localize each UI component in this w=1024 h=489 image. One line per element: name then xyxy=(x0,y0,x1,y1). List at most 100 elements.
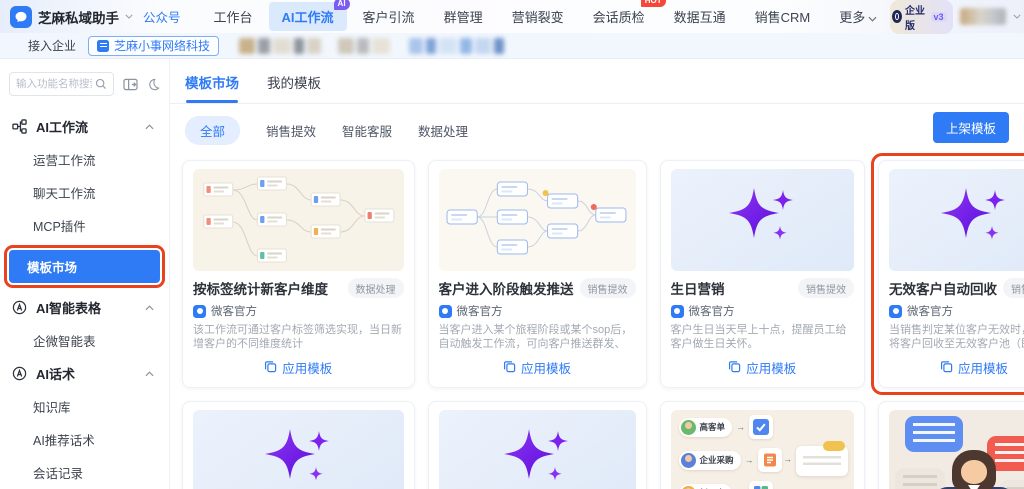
persona-pill: 企业采购 xyxy=(678,450,741,470)
action-icon xyxy=(757,448,782,472)
nav-item-销售CRM[interactable]: 销售CRM xyxy=(742,2,824,31)
chevron-up-icon[interactable] xyxy=(145,370,154,377)
template-grid: 按标签统计新客户维度 数据处理 微客官方 该工作流可通过客户标签筛选实现，当日新增客户… xyxy=(170,153,1024,489)
author-name: 微客官方 xyxy=(907,306,953,318)
sidebar-section-label: AI智能表格 xyxy=(36,301,102,316)
sidebar-item-会话记录[interactable]: 会话记录 xyxy=(0,456,169,489)
template-preview-sparkle xyxy=(193,410,404,489)
apply-template-label: 应用模板 xyxy=(282,362,333,376)
template-preview-sparkle xyxy=(670,169,854,271)
filter-row: 全部 销售提效 智能客服 数据处理 上架模板 xyxy=(170,104,1024,154)
company-button[interactable]: 芝麻小事网络科技 xyxy=(88,35,220,56)
result-card xyxy=(796,441,848,476)
nav-item-工作台[interactable]: 工作台 xyxy=(201,2,266,31)
chevron-down-icon xyxy=(868,14,877,24)
brand[interactable]: 芝麻私域助手 xyxy=(0,5,133,28)
plan-badge[interactable]: 企业版 v3 xyxy=(890,0,953,34)
filter-chip-全部[interactable]: 全部 xyxy=(185,116,241,145)
official-account-link[interactable]: 公众号 xyxy=(143,7,181,26)
template-card[interactable]: 按标签统计新客户维度 数据处理 微客官方 该工作流可通过客户标签筛选实现，当日新增客户… xyxy=(182,160,415,388)
user-avatar[interactable] xyxy=(959,8,1007,25)
nav-item-数据互通[interactable]: 数据互通 xyxy=(661,2,739,31)
redacted-content xyxy=(239,37,505,54)
template-card[interactable]: 智能客服自动回复销售提效 xyxy=(878,401,1024,489)
template-title: 无效客户自动回收 xyxy=(889,282,997,297)
sidebar-section-label: AI工作流 xyxy=(36,120,89,135)
nav-item-会话质检[interactable]: 会话质检 HOT xyxy=(580,0,666,31)
category-badge: 销售提效 xyxy=(1003,278,1024,298)
template-card[interactable]: 生日营销 销售提效 微客官方 客户生日当天早上十点，提醒员工给客户做生日关怀。 应用模板 xyxy=(659,160,865,388)
filter-chip-销售提效[interactable]: 销售提效 xyxy=(266,121,316,140)
template-preview-chat xyxy=(889,410,1024,489)
apply-template-button[interactable]: 应用模板 xyxy=(671,358,855,379)
sidebar-section-AI智能表格[interactable]: AI智能表格 xyxy=(0,291,169,324)
filter-chip-智能客服[interactable]: 智能客服 xyxy=(342,121,392,140)
arrow-icon: → xyxy=(744,455,754,465)
apply-template-label: 应用模板 xyxy=(746,362,797,376)
official-author-icon xyxy=(438,304,452,318)
chevron-up-icon[interactable] xyxy=(145,304,154,311)
sidebar-section-AI话术[interactable]: AI话术 xyxy=(0,357,169,390)
avatar xyxy=(680,452,696,468)
apply-template-button[interactable]: 应用模板 xyxy=(889,358,1024,379)
apply-template-button[interactable]: 应用模板 xyxy=(439,358,636,379)
nav-item-客户引流[interactable]: 客户引流 xyxy=(350,2,428,31)
sidebar-item-运营工作流[interactable]: 运营工作流 xyxy=(0,143,169,176)
persona-pill: 新用户 xyxy=(678,483,733,489)
nav-item-群管理[interactable]: 群管理 xyxy=(431,2,496,31)
template-preview-sparkle xyxy=(438,410,636,489)
template-description: 客户生日当天早上十点，提醒员工给客户做生日关怀。 xyxy=(670,324,847,350)
card-title-row: 无效客户自动回收销售提效 xyxy=(889,278,1024,298)
copy-icon xyxy=(503,360,516,376)
sidebar-item-企微智能表[interactable]: 企微智能表 xyxy=(0,324,169,357)
copy-icon xyxy=(940,360,953,376)
template-preview xyxy=(193,410,404,489)
publish-template-button[interactable]: 上架模板 xyxy=(932,112,1009,143)
tab-我的模板[interactable]: 我的模板 xyxy=(267,72,321,103)
chevron-up-icon[interactable] xyxy=(145,123,154,130)
sidebar-item-模板市场[interactable]: 模板市场 xyxy=(9,250,160,283)
sidebar-section-AI工作流[interactable]: AI工作流 xyxy=(0,110,169,143)
persona-pill: 高客单 xyxy=(678,417,733,437)
card-title-row: 客户进入阶段触发推送 销售提效 xyxy=(439,278,636,298)
template-description: 该工作流可通过客户标签筛选实现，当日新增客户的不同维度统计 xyxy=(193,324,402,350)
nav-item-营销裂变[interactable]: 营销裂变 xyxy=(499,2,577,31)
app-title: 芝麻私域助手 xyxy=(38,10,119,26)
template-author: 微客官方 xyxy=(889,303,1024,319)
sidebar-item-知识库[interactable]: 知识库 xyxy=(0,390,169,423)
workflow-icon xyxy=(12,119,27,134)
apply-template-button[interactable]: 应用模板 xyxy=(193,358,404,379)
plan-version: v3 xyxy=(930,11,947,22)
circle-a-icon xyxy=(12,366,27,381)
search-input[interactable] xyxy=(16,78,92,90)
chevron-down-icon[interactable] xyxy=(1013,14,1021,19)
template-preview xyxy=(438,169,636,271)
template-card[interactable]: 高客单→企业采购→新用户→→客户分人群流转培育销售提效 xyxy=(659,401,865,489)
sidebar-item-聊天工作流[interactable]: 聊天工作流 xyxy=(0,176,169,209)
nav-item-AI工作流[interactable]: AI工作流 AI xyxy=(268,0,350,31)
chevron-down-icon xyxy=(125,14,133,19)
template-card[interactable]: 客户到店后的回访推送销售提效 xyxy=(427,401,647,489)
topbar-right: 企业版 v3 xyxy=(890,0,1024,34)
avatar xyxy=(680,485,696,489)
template-preview: 高客单→企业采购→新用户→→ xyxy=(670,410,854,489)
primary-nav: 工作台 AI工作流 AI 客户引流 群管理 营销裂变 会话质检 HOT 数据互通 销售CRM 更多 xyxy=(201,0,891,31)
search-icon xyxy=(95,78,107,90)
collapse-sidebar-icon[interactable] xyxy=(123,78,138,91)
nav-item-更多[interactable]: 更多 xyxy=(826,2,890,31)
tab-模板市场[interactable]: 模板市场 xyxy=(185,72,239,103)
category-badge: 数据处理 xyxy=(347,278,404,298)
template-card[interactable]: 客户到店核销，到店提醒销售提效 xyxy=(182,401,415,489)
search-box[interactable] xyxy=(9,72,114,96)
filter-chip-数据处理[interactable]: 数据处理 xyxy=(418,121,468,140)
template-card[interactable]: 无效客户自动回收销售提效微客官方当销售判定某位客户无效时，自动将客户回收至无效客… xyxy=(871,153,1024,395)
company-icon xyxy=(97,39,110,52)
status-badge xyxy=(823,441,845,451)
official-author-icon xyxy=(889,304,902,318)
action-icon xyxy=(749,481,774,489)
dark-mode-moon-icon[interactable] xyxy=(147,78,160,91)
template-card[interactable]: 客户进入阶段触发推送 销售提效 微客官方 当客户进入某个旅程阶段或某个sop后，自动触… xyxy=(427,160,647,388)
sidebar-item-MCP插件[interactable]: MCP插件 xyxy=(0,209,169,242)
card-title-row: 生日营销 销售提效 xyxy=(671,278,854,298)
sidebar-item-AI推荐话术[interactable]: AI推荐话术 xyxy=(0,423,169,456)
